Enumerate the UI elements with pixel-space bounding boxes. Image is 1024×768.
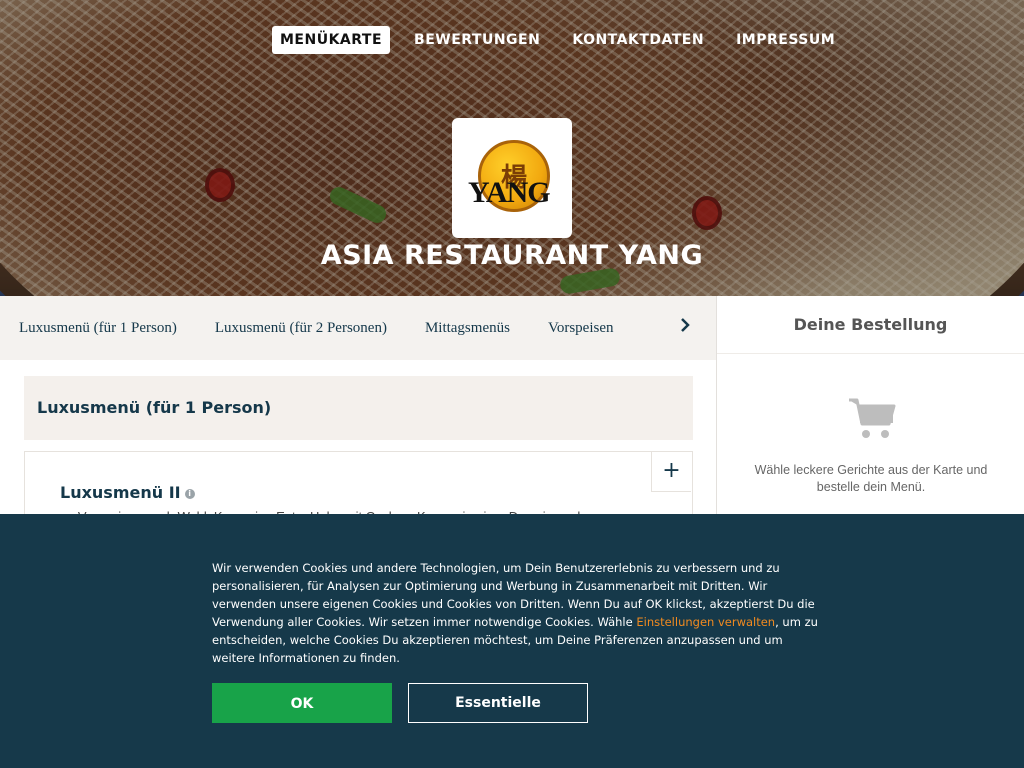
add-item-button[interactable]: + xyxy=(651,452,691,492)
empty-cart-message: Wähle leckere Gerichte aus der Karte und… xyxy=(754,463,988,494)
cookie-text: Wir verwenden Cookies und andere Technol… xyxy=(212,559,820,667)
category-mittagsmenues[interactable]: Mittagsmenüs xyxy=(425,320,510,337)
restaurant-logo: 楊 YANG xyxy=(452,118,572,238)
top-navigation: MENÜKARTE BEWERTUNGEN KONTAKTDATEN IMPRE… xyxy=(272,26,851,54)
order-title: Deine Bestellung xyxy=(717,296,1024,354)
nav-kontaktdaten[interactable]: KONTAKTDATEN xyxy=(564,26,712,54)
hero-banner: MENÜKARTE BEWERTUNGEN KONTAKTDATEN IMPRE… xyxy=(0,0,1024,296)
cart-icon xyxy=(847,396,897,440)
section-header: Luxusmenü (für 1 Person) xyxy=(24,376,693,440)
nav-bewertungen[interactable]: BEWERTUNGEN xyxy=(406,26,548,54)
cookie-settings-link[interactable]: Einstellungen verwalten xyxy=(636,615,775,629)
category-vorspeisen[interactable]: Vorspeisen xyxy=(548,320,614,337)
section-title: Luxusmenü (für 1 Person) xyxy=(37,398,272,417)
logo-wordmark: YANG xyxy=(468,176,551,209)
cookie-banner: Wir verwenden Cookies und andere Technol… xyxy=(0,514,1024,768)
nav-menuekarte[interactable]: MENÜKARTE xyxy=(272,26,391,54)
chevron-right-icon[interactable] xyxy=(672,314,698,340)
info-icon[interactable]: i xyxy=(184,488,195,499)
nav-impressum[interactable]: IMPRESSUM xyxy=(728,26,843,54)
category-luxusmenue-2[interactable]: Luxusmenü (für 2 Personen) xyxy=(215,320,387,337)
cookie-essential-button[interactable]: Essentielle xyxy=(408,683,588,723)
restaurant-name: ASIA RESTAURANT YANG xyxy=(320,240,704,271)
menu-item-name: Luxusmenü II xyxy=(60,483,181,502)
cookie-ok-button[interactable]: OK xyxy=(212,683,392,723)
category-luxusmenue-1[interactable]: Luxusmenü (für 1 Person) xyxy=(19,320,177,337)
menu-item-title: Luxusmenü II i xyxy=(60,483,195,502)
category-bar: Luxusmenü (für 1 Person) Luxusmenü (für … xyxy=(0,296,716,360)
